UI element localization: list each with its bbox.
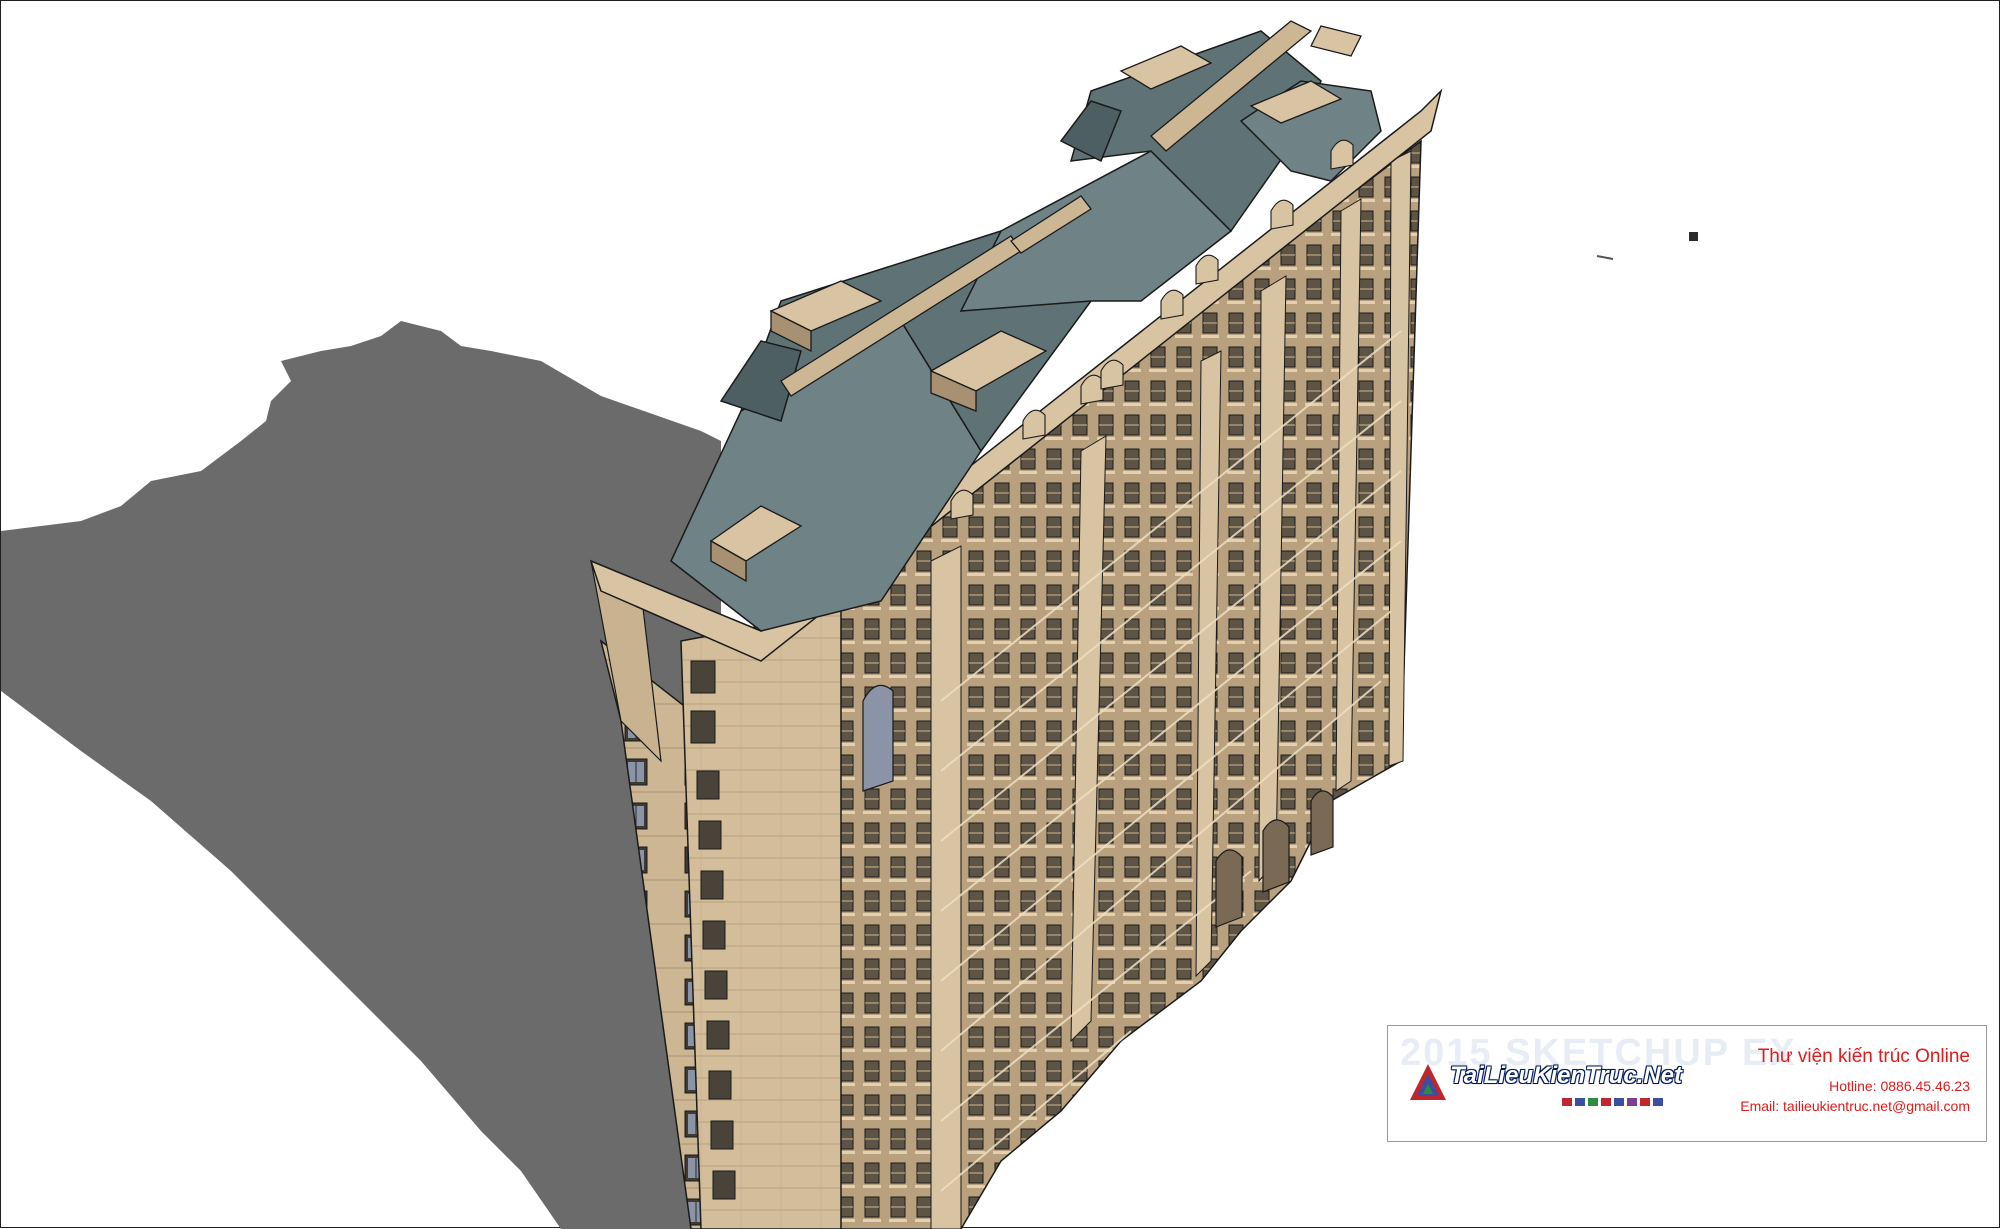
swatch	[1601, 1098, 1611, 1106]
watermark-hotline: Hotline: 0886.45.46.23	[1829, 1078, 1970, 1094]
corner-tower-arch-window	[862, 684, 894, 792]
ground-shadow	[1, 321, 721, 1229]
swatch	[1640, 1098, 1650, 1106]
swatch	[1562, 1098, 1572, 1106]
swatch	[1588, 1098, 1598, 1106]
stray-object-cube	[1689, 232, 1698, 241]
swatch	[1627, 1098, 1637, 1106]
corner-tower-face	[680, 610, 842, 1229]
stray-object-line	[1596, 255, 1614, 260]
watermark-color-swatches	[1562, 1098, 1663, 1106]
watermark-email: Email: tailieukientruc.net@gmail.com	[1740, 1098, 1970, 1114]
swatch	[1614, 1098, 1624, 1106]
watermark-brand: TaiLieuKienTruc.Net	[1450, 1062, 1683, 1089]
logo-triangle-icon	[1410, 1064, 1446, 1100]
swatch	[1575, 1098, 1585, 1106]
swatch	[1653, 1098, 1663, 1106]
sketchup-viewport[interactable]: 2015 SKETCHUP EX TaiLieuKienTruc.Net Thư…	[0, 0, 2000, 1229]
watermark-title: Thư viện kiến trúc Online	[1757, 1046, 1970, 1067]
watermark-panel: 2015 SKETCHUP EX TaiLieuKienTruc.Net Thư…	[1387, 1025, 1987, 1142]
